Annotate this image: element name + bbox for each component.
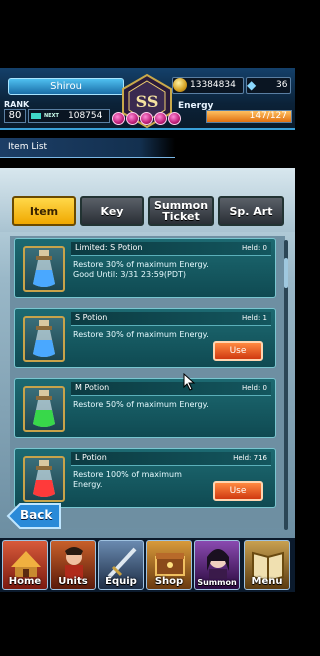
crystal-value: 36 — [276, 80, 288, 90]
item-name: Limited: S Potion — [75, 243, 143, 252]
potion-icon — [23, 246, 65, 292]
item-name: S Potion — [75, 313, 108, 322]
nav-equip[interactable]: Equip — [98, 540, 144, 590]
energy-value: 147/127 — [249, 111, 287, 121]
nav-label: Summon — [197, 578, 237, 587]
nav-summon[interactable]: Summon — [194, 540, 240, 590]
next-exp-value: 108754 — [68, 111, 103, 121]
item-description: Restore 50% of maximum Energy. — [73, 400, 209, 409]
potion-icon — [23, 386, 65, 432]
item-held: Held: 716 — [233, 454, 267, 462]
potion-icon — [23, 316, 65, 362]
item-held: Held: 1 — [242, 314, 267, 322]
item-card-m-potion[interactable]: M Potion Held: 0 Restore 50% of maximum … — [14, 378, 276, 438]
use-button[interactable]: Use — [213, 341, 263, 361]
letterbox-top — [0, 0, 295, 68]
nav-label: Home — [8, 576, 42, 587]
orb-icon — [154, 112, 167, 125]
item-description: Restore 100% of maximum Energy. — [73, 470, 182, 489]
item-card-limited-s-potion[interactable]: Limited: S Potion Held: 0 Restore 30% of… — [14, 238, 276, 298]
nav-menu[interactable]: Menu — [244, 540, 290, 590]
back-label: Back — [20, 508, 53, 522]
rank-label: RANK — [4, 100, 30, 109]
item-held: Held: 0 — [242, 244, 267, 252]
nav-units[interactable]: Units — [50, 540, 96, 590]
nav-label: Menu — [251, 576, 283, 587]
item-card-l-potion[interactable]: L Potion Held: 716 Restore 100% of maxim… — [14, 448, 276, 508]
orb-icon — [112, 112, 125, 125]
tier-badge-text: SS — [136, 92, 159, 111]
use-button[interactable]: Use — [213, 481, 263, 501]
gil-value: 13384834 — [190, 80, 236, 90]
energy-bar: 147/127 — [206, 110, 292, 123]
nav-label: Shop — [154, 576, 184, 587]
nav-home[interactable]: Home — [2, 540, 48, 590]
tab-sp-art[interactable]: Sp. Art — [218, 196, 284, 226]
nav-label: Equip — [105, 576, 137, 587]
page-title: Item List — [8, 142, 48, 152]
potion-icon — [23, 456, 65, 502]
orb-row — [112, 112, 184, 126]
nav-label: Units — [58, 576, 88, 587]
crystal-icon: ◆ — [247, 78, 257, 92]
tab-key[interactable]: Key — [80, 196, 144, 226]
item-description: Restore 30% of maximum Energy. Good Unti… — [73, 260, 209, 279]
nav-shop[interactable]: Shop — [146, 540, 192, 590]
tab-item[interactable]: Item — [12, 196, 76, 226]
exp-bar — [31, 113, 41, 119]
next-label: NEXT — [44, 113, 59, 119]
rank-value: 80 — [4, 109, 26, 123]
orb-icon — [126, 112, 139, 125]
tab-summon-ticket[interactable]: Summon Ticket — [148, 196, 214, 226]
item-name: M Potion — [75, 383, 110, 392]
letterbox-bottom — [0, 592, 295, 656]
item-card-s-potion[interactable]: S Potion Held: 1 Restore 30% of maximum … — [14, 308, 276, 368]
scroll-thumb[interactable] — [284, 258, 288, 288]
orb-icon — [168, 112, 181, 125]
item-description: Restore 30% of maximum Energy. — [73, 330, 209, 339]
pointer-cursor-icon — [183, 373, 196, 391]
orb-icon — [140, 112, 153, 125]
item-held: Held: 0 — [242, 384, 267, 392]
item-name: L Potion — [75, 453, 107, 462]
player-name: Shirou — [8, 78, 124, 95]
